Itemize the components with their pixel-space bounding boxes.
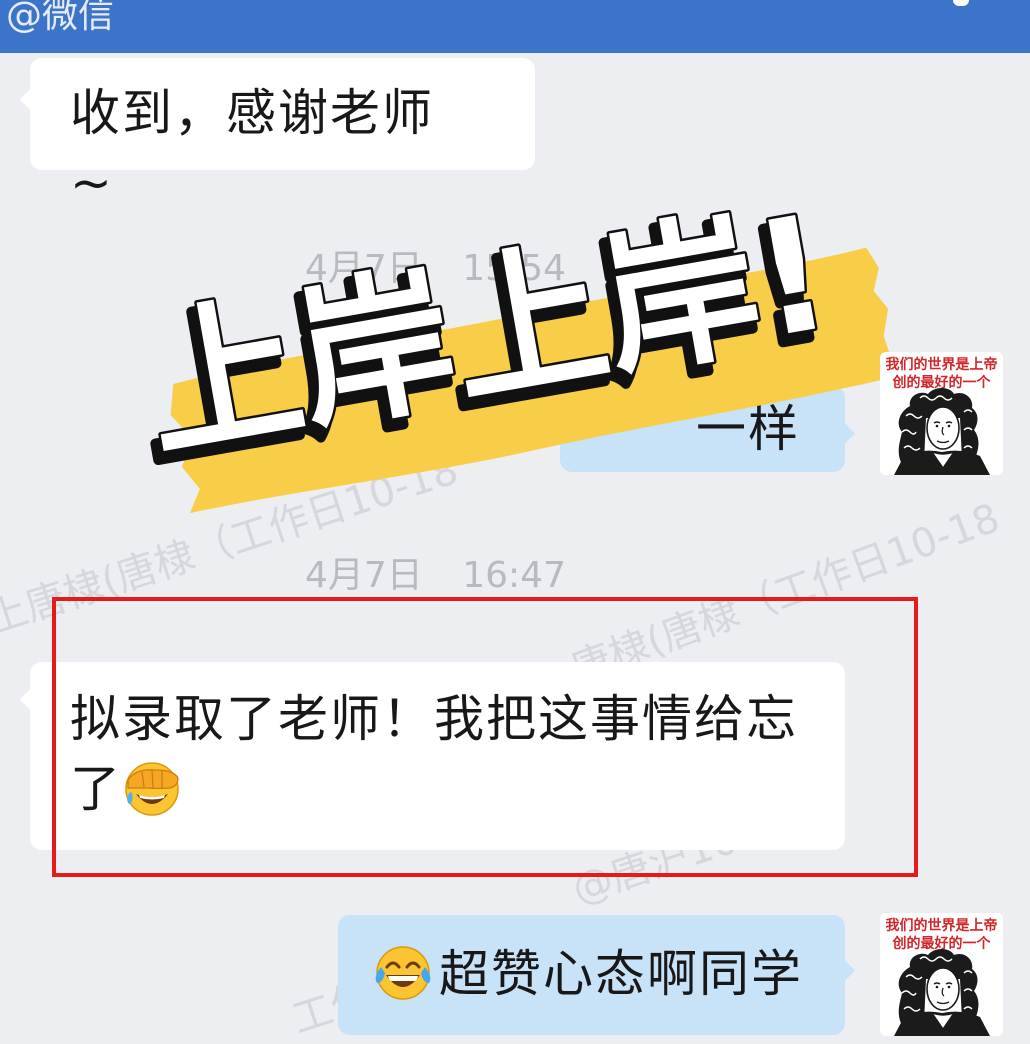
portrait-icon: 我们的世界是上帝 创的最好的一个 [880,352,1003,475]
chat-screen: @微信 上唐棣(唐棣（工作日10-18 唐棣(唐棣（工作日10-18 @唐沪10… [0,0,1030,1044]
bubble-tail [19,88,42,111]
facepalm-emoji [125,762,179,816]
status-indicator-icon [953,0,969,6]
watermark: 上唐棣(唐棣（工作日10-18 [0,447,464,643]
avatar[interactable]: 我们的世界是上帝 创的最好的一个 [880,913,1003,1036]
avatar[interactable]: 我们的世界是上帝 创的最好的一个 [880,352,1003,475]
message-text: 收到，感谢老师 ~ [70,84,434,212]
message-bubble-incoming[interactable]: 收到，感谢老师 ~ [19,58,535,212]
tears-of-joy-emoji [375,946,431,1000]
message-bubble-incoming[interactable]: 拟录取了老师！我把这事情给忘了 [19,662,845,850]
bubble-tail [833,422,856,445]
message-bubble-outgoing[interactable]: 一样 [560,386,856,472]
bubble-tail [19,688,42,711]
avatar-caption-line-1: 我们的世界是上帝 [886,356,998,373]
message-text: 一样 [696,400,800,458]
topbar-handle: @微信 [6,0,115,36]
message-bubble-outgoing[interactable]: 超赞心态啊同学 [338,915,856,1035]
timestamp: 4月7日 15:54 [305,248,566,289]
portrait-icon: 我们的世界是上帝 创的最好的一个 [880,913,1003,1036]
avatar-caption-line-1: 我们的世界是上帝 [886,917,998,934]
timestamp: 4月7日 16:47 [305,555,566,596]
top-bar: @微信 [0,0,1030,53]
message-text: 超赞心态啊同学 [439,945,803,1003]
bubble-tail [833,959,856,982]
